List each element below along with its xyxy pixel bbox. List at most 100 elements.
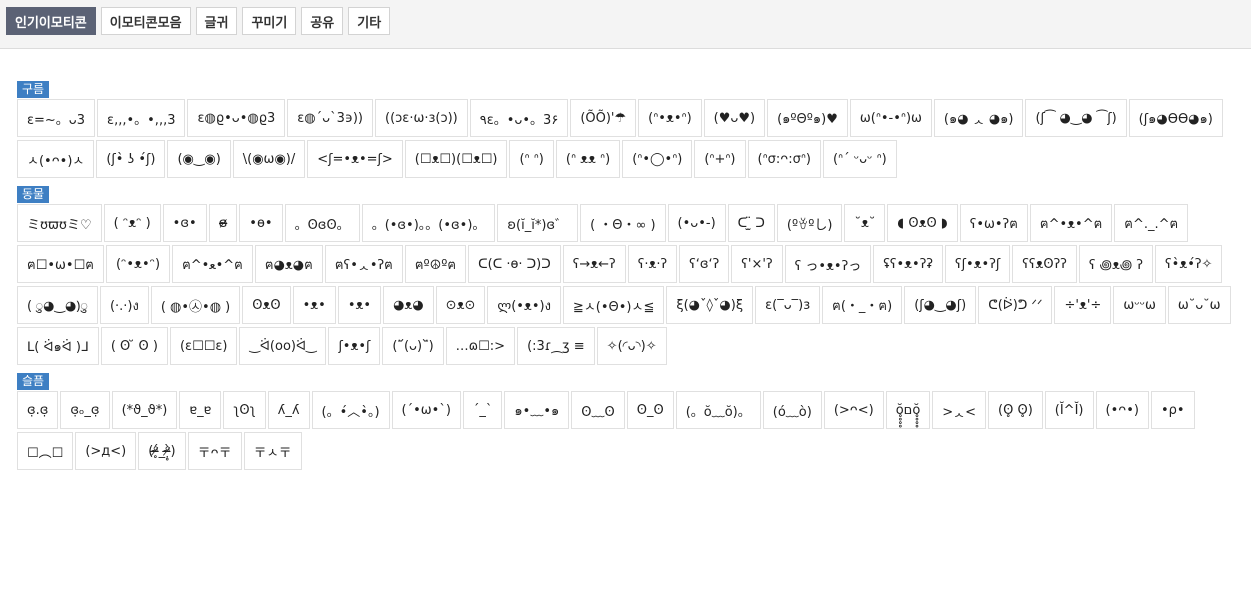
emoticon-button[interactable]: (ʘ̥ ʘ̥) [988, 391, 1043, 429]
emoticon-button[interactable]: ʘ_ʘ [626, 391, 674, 429]
emoticon-button[interactable]: (ᐢ•ᴥ•ᐢ) [638, 99, 702, 137]
tab-0[interactable]: 인기이모티콘 [6, 7, 96, 35]
emoticon-button[interactable]: ( ʘ ̆ ʘ ) [100, 327, 168, 365]
tab-5[interactable]: 기타 [348, 7, 391, 35]
emoticon-button[interactable]: (*ϑ_ϑ*) [111, 391, 178, 429]
emoticon-button[interactable]: (ᐢ•◯•ᐢ) [622, 140, 693, 178]
emoticon-button[interactable]: ฅʕ•ᆺ•ʔฅ [324, 245, 403, 283]
emoticon-button[interactable]: ฅº☮ºฅ [404, 245, 467, 283]
emoticon-button[interactable]: (ʃ◕‿◕ʃ) [904, 286, 977, 324]
emoticon-button[interactable]: (ᵒ̴̶̷̥́_ᵒ̴̶̷̣̥̀) [138, 432, 186, 470]
emoticon-button[interactable]: ˊ_ˋ [462, 391, 503, 429]
emoticon-button[interactable]: >ᆺ< [932, 391, 987, 429]
emoticon-button[interactable]: ʕʃ•ᴥ•ʔʃ [945, 245, 1011, 283]
emoticon-button[interactable]: (>д<) [75, 432, 137, 470]
emoticon-button[interactable]: (˘᷄(ᴗ)˘᷅) [382, 327, 444, 365]
tab-2[interactable]: 글귀 [195, 7, 238, 35]
emoticon-button[interactable]: ʢʕ•ᴥ•ʔʡ [873, 245, 943, 283]
emoticon-button[interactable]: ɞ̣ₒ_ɞ̣ [60, 391, 110, 429]
emoticon-button[interactable]: ε◍ϱ•ᴗ•◍ϱ3 [187, 99, 286, 137]
emoticon-button[interactable]: ฅ◕ᴥ◕ฅ [254, 245, 323, 283]
emoticon-button[interactable]: ‿ᐛ(oo)ᐛ‿ [239, 327, 327, 365]
emoticon-button[interactable]: ʕ ꩜ᴥ꩜ ʔ [1078, 245, 1154, 283]
emoticon-button[interactable]: ミʊϖʊミ♡ [17, 204, 102, 242]
emoticon-button[interactable]: (ᐢσ:ᴖ:σᐢ) [747, 140, 821, 178]
emoticon-button[interactable]: ÷'ᴥ'÷ [1054, 286, 1112, 324]
emoticon-button[interactable]: ( ・Θ・∞ ) [580, 204, 666, 242]
emoticon-button[interactable]: ˘ᴥ˘ [844, 204, 886, 242]
emoticon-button[interactable]: ⊙ᴥ⊙ [435, 286, 486, 324]
emoticon-button[interactable]: ʕ•̀ᴥ•́ʔ✧ [1155, 245, 1223, 283]
emoticon-button[interactable]: ʕ•ω•ʔฅ [959, 204, 1028, 242]
emoticon-button[interactable]: ε◍´ᴗ`3϶)) [287, 99, 374, 137]
emoticon-button[interactable]: (ʃ⁀ ◕‿◕ ⁀ʃ) [1025, 99, 1127, 137]
emoticon-button[interactable]: •ᴥ• [292, 286, 336, 324]
emoticon-button[interactable]: ฅ^•ﻌ•^ฅ [172, 245, 253, 283]
emoticon-button[interactable]: \(◉ω◉)/ [232, 140, 306, 178]
emoticon-button[interactable]: ʕʻɞʻʔ [679, 245, 730, 283]
emoticon-button[interactable]: (๑ºΘº๑)♥ [767, 99, 848, 137]
emoticon-button[interactable]: (>ᴖ<) [823, 391, 884, 429]
emoticon-button[interactable]: ɞ̣.ɞ̣ [17, 391, 59, 429]
emoticon-button[interactable]: ʎ_ʎ [267, 391, 310, 429]
emoticon-button[interactable]: •ɵ• [239, 204, 283, 242]
emoticon-button[interactable]: 〒ㅅ〒 [243, 432, 302, 470]
emoticon-button[interactable]: ʕ·ᴥ·ʔ [627, 245, 678, 283]
emoticon-button[interactable]: ᒪ( ᐛ๑ᐛ )ᒧ [17, 327, 99, 365]
tab-1[interactable]: 이모티콘모음 [100, 7, 191, 35]
emoticon-button[interactable]: ʕ→ᴥ←ʔ [562, 245, 626, 283]
emoticon-button[interactable]: ʅʘʅ [223, 391, 266, 429]
emoticon-button[interactable]: ʘ﹏ʘ [571, 391, 625, 429]
emoticon-button[interactable]: (•ᴖ•) [1095, 391, 1149, 429]
emoticon-button[interactable]: ლ(•ᴥ•)ง [487, 286, 561, 324]
emoticon-button[interactable]: ʕ っ•ᴥ•ʔっ [784, 245, 872, 283]
emoticon-button[interactable]: <ʃ=•ᴥ•=ʃ> [307, 140, 403, 178]
emoticon-button[interactable]: ε,,,•。•,,,3 [97, 99, 186, 137]
emoticon-button[interactable]: ωᵕᵕω [1113, 286, 1166, 324]
emoticon-button[interactable]: ɞ̴̶̷ [208, 204, 238, 242]
emoticon-button[interactable]: (Ĭ^Ĭ) [1044, 391, 1094, 429]
emoticon-button[interactable]: ᑕ(ᑕ ·ɵ· ᑐ)ᑐ [468, 245, 561, 283]
emoticon-button[interactable]: ☐︵☐ [17, 432, 74, 470]
emoticon-button[interactable]: ㅅ(•ᴖ•)ㅅ [17, 140, 95, 178]
emoticon-button[interactable]: (ᐢ´ ᵕᴗᵕ ᐢ) [822, 140, 897, 178]
emoticon-button[interactable]: (ÕÕ)'☂ [570, 99, 637, 137]
emoticon-button[interactable]: ๑•﹏•๑ [504, 391, 570, 429]
emoticon-button[interactable]: ʚ(ĭ_ĭ*)ɞ゛ [497, 204, 579, 242]
emoticon-button[interactable]: ✧(◜ᴗ◝)✧ [596, 327, 667, 365]
emoticon-button[interactable]: …ɷ☐:> [445, 327, 516, 365]
emoticon-button[interactable]: (◉‿◉) [167, 140, 231, 178]
emoticon-button[interactable]: 。ʘɞʘ。 [284, 204, 360, 242]
emoticon-button[interactable]: ξ(◕ˇ◊ˇ◕)ξ [666, 286, 754, 324]
emoticon-button[interactable]: ฅ☐•ω•☐ฅ [17, 245, 104, 283]
emoticon-button[interactable]: •ɞ• [162, 204, 207, 242]
emoticon-button[interactable]: (๑◕ ᆺ ◕๑) [933, 99, 1024, 137]
emoticon-button[interactable]: 〒ᴖ〒 [187, 432, 242, 470]
emoticon-button[interactable]: ᕦ(ᐖ)ᕤ ᐟᐟ [978, 286, 1053, 324]
emoticon-button[interactable]: (ʃ•̀ ʖ •́ʃ) [96, 140, 166, 178]
emoticon-button[interactable]: ɐ_ɐ [179, 391, 222, 429]
emoticon-button[interactable]: ฅ^•ᴥ•^ฅ [1029, 204, 1113, 242]
emoticon-button[interactable]: (ºꈊºし) [776, 204, 843, 242]
emoticon-button[interactable]: ᑕ ̫̈ ᑐ [727, 204, 775, 242]
emoticon-button[interactable]: (´•ω•`) [391, 391, 461, 429]
emoticon-button[interactable]: ฅ(・_・ฅ) [822, 286, 903, 324]
emoticon-button[interactable]: ʃ•ᴥ•ʃ [328, 327, 381, 365]
emoticon-button[interactable]: ◖ ʘᴥʘ ◗ [887, 204, 958, 242]
emoticon-button[interactable]: 。(•ɞ•)。。(•ɞ•)。 [361, 204, 496, 242]
emoticon-button[interactable]: ( ु◕‿◕)ु [17, 286, 98, 324]
emoticon-button[interactable]: ω˘ᴗ˘ω [1167, 286, 1231, 324]
emoticon-button[interactable]: ((ↄε·ω·ɜ(ↄ)) [375, 99, 468, 137]
emoticon-button[interactable]: ≧ㅅ(•Θ•)ㅅ≦ [562, 286, 665, 324]
emoticon-button[interactable]: •ᴥ• [337, 286, 382, 324]
emoticon-button[interactable]: (ʃ๑◕ϴϴ◕๑) [1128, 99, 1223, 137]
emoticon-button[interactable]: ʕ'×'ʔ [731, 245, 783, 283]
emoticon-button[interactable]: ω(ᐢ•-•ᐢ)ω [849, 99, 932, 137]
emoticon-button[interactable]: ε=~。ᴗ3 [17, 99, 96, 137]
emoticon-button[interactable]: ◕ᴥ◕ [383, 286, 434, 324]
emoticon-button[interactable]: (♥ᴗ♥) [703, 99, 766, 137]
emoticon-button[interactable]: ʕʕᴥʘʔʔ [1012, 245, 1077, 283]
emoticon-button[interactable]: ٩ε。•ᴗ•。3۶ [469, 99, 569, 137]
emoticon-button[interactable]: (。•́︿•̀。) [311, 391, 390, 429]
emoticon-button[interactable]: (ó﹏ò) [762, 391, 822, 429]
